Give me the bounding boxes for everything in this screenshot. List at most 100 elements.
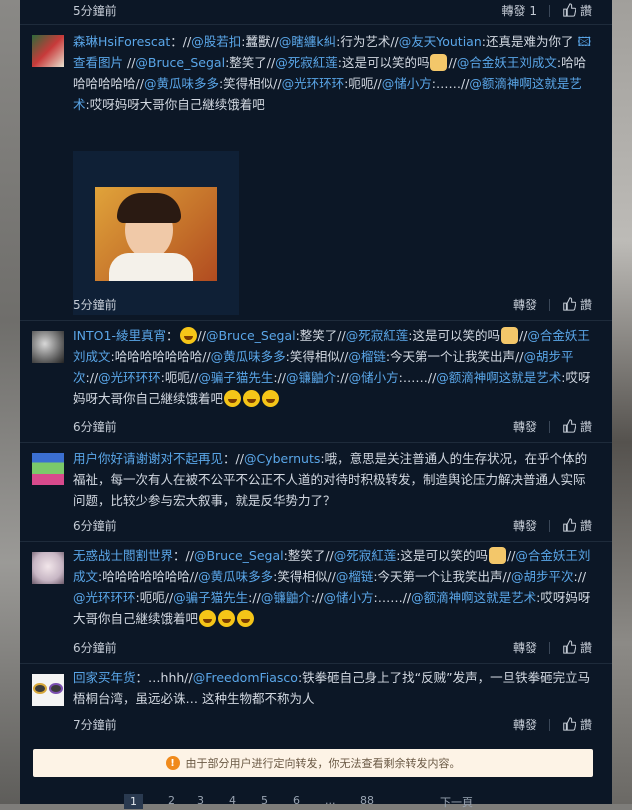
repost-button[interactable]: 轉發 [513,296,537,313]
mention-link[interactable]: @黄瓜味多多 [144,76,219,91]
avatar[interactable] [32,35,64,67]
avatar[interactable] [32,453,64,485]
repost-button[interactable]: 轉發 1 [502,2,537,19]
divider [548,718,550,731]
mention-link[interactable]: @镰鼬介 [286,370,336,385]
thumbs-up-icon [563,297,576,311]
comment-text-segment: :……// [398,370,437,385]
avatar[interactable] [32,674,64,706]
mention-link[interactable]: @光环环环 [282,76,345,91]
avatar[interactable] [32,552,64,584]
comment-text-segment: :行为艺术// [336,34,399,49]
repost-button[interactable]: 轉發 [513,418,537,435]
mention-link[interactable]: @储小方 [349,370,399,385]
meta-row: 6分鐘前 轉發 讚 [73,418,592,436]
background-right [612,0,632,804]
comment-text-segment: :笑得相似// [273,569,336,584]
like-button[interactable]: 讚 [562,716,592,733]
list-item: 5分鐘前 轉發 1 讚 [20,0,612,25]
like-label: 讚 [579,298,592,312]
mention-link[interactable]: @黄瓜味多多 [211,349,286,364]
comment-text-segment: :// [273,370,286,385]
mention-link[interactable]: @镰鼬介 [261,590,311,605]
divider [548,519,550,532]
page-88[interactable]: 88 [360,794,374,807]
mention-link[interactable]: @死寂紅莲 [346,328,409,343]
page-6[interactable]: 6 [293,794,300,807]
like-label: 讚 [579,4,592,18]
comment-text-segment: :哎呀妈呀大哥你自己継续饿着吧 [85,97,265,112]
cat-emoji-icon [500,327,518,344]
mention-link[interactable]: @光环环环 [98,370,161,385]
mention-link[interactable]: @死寂紅莲 [275,55,338,70]
repost-button[interactable]: 轉發 [513,716,537,733]
username-link[interactable]: 回家买年货 [73,670,136,685]
comment-text-segment: :这是可以笑的吗 [337,55,430,70]
comment-text-segment: ：// [173,548,194,563]
mention-link[interactable]: @骗子猫先生 [198,370,273,385]
page-1[interactable]: 1 [124,794,143,809]
mention-link[interactable]: @骗子猫先生 [173,590,248,605]
comment-text-segment: :今天第一个让我笑出声// [385,349,524,364]
laugh-emoji-icon [179,327,197,344]
mention-link[interactable]: @死寂紅莲 [334,548,397,563]
laugh-emoji-icon [218,610,236,627]
comment-text: 无惑战士閻割世界：//@Bruce_Segal:整笑了//@死寂紅莲:这是可以笑… [73,545,593,629]
page-5[interactable]: 5 [261,794,268,807]
like-button[interactable]: 讚 [562,639,592,656]
mention-link[interactable]: @胡步平次 [511,569,574,584]
comment-text: INTO1-綾里真宵： //@Bruce_Segal:整笑了//@死寂紅莲:这是可… [73,325,593,409]
page-4[interactable]: 4 [229,794,236,807]
like-button[interactable]: 讚 [562,517,592,534]
mention-link[interactable]: @友天Youtian [399,34,482,49]
mention-link[interactable]: @Bruce_Segal [135,55,225,70]
mention-link[interactable]: @FreedomFiasco [193,670,298,685]
username-link[interactable]: 森琳HsiForescat [73,34,170,49]
page-ellipsis: ... [325,794,336,807]
thumbs-up-icon [563,518,576,532]
timestamp: 6分鐘前 [73,641,117,655]
mention-link[interactable]: @Bruce_Segal [194,548,284,563]
username-link[interactable]: 无惑战士閻割世界 [73,548,173,563]
comment-text-segment: :// [573,569,587,584]
comment-text-segment: // [448,55,457,70]
comment-text: 用户你好请谢谢对不起再见：//@Cybernuts:哦，意思是关注普通人的生存状… [73,448,593,511]
username-link[interactable]: INTO1-綾里真宵 [73,328,166,343]
mention-link[interactable]: @储小方 [382,76,432,91]
mention-link[interactable]: @额滴神啊这就是艺术 [411,590,536,605]
username-link[interactable]: 用户你好请谢谢对不起再见 [73,451,223,466]
restricted-notice: ! 由于部分用户进行定向转发，你无法查看剩余转发内容。 [33,749,593,777]
divider [548,641,550,654]
mention-link[interactable]: @储小方 [323,590,373,605]
like-button[interactable]: 讚 [562,418,592,435]
mention-link[interactable]: @榴链 [348,349,386,364]
meta-row: 5分鐘前 轉發 1 讚 [73,2,592,20]
mention-link[interactable]: @Bruce_Segal [206,328,296,343]
list-item: 无惑战士閻割世界：//@Bruce_Segal:整笑了//@死寂紅莲:这是可以笑… [20,542,612,664]
mention-link[interactable]: @Cybernuts [244,451,320,466]
avatar[interactable] [32,331,64,363]
mention-link[interactable]: @额滴神啊这就是艺术 [436,370,561,385]
comment-text-segment: :整笑了// [225,55,276,70]
mention-link[interactable]: @合金妖王刘成文 [457,55,557,70]
laugh-emoji-icon [243,390,261,407]
comment-text-segment: ：// [223,451,244,466]
thumbs-up-icon [563,640,576,654]
timestamp: 5分鐘前 [73,4,117,18]
mention-link[interactable]: @黄瓜味多多 [198,569,273,584]
attached-image[interactable] [73,151,239,315]
like-label: 讚 [579,519,592,533]
repost-button[interactable]: 轉發 [513,517,537,534]
notice-text: 由于部分用户进行定向转发，你无法查看剩余转发内容。 [185,757,461,770]
mention-link[interactable]: @榴链 [336,569,374,584]
comment-text: 回家买年货：…hhh//@FreedomFiasco:铁拳砸自己身上了找“反贼”… [73,667,593,709]
mention-link[interactable]: @光环环环 [73,590,136,605]
page-3[interactable]: 3 [197,794,204,807]
mention-link[interactable]: @瞎纏k糾 [279,34,336,49]
like-button[interactable]: 讚 [562,2,592,19]
page-2[interactable]: 2 [168,794,175,807]
next-page-button[interactable]: 下一頁 [440,794,473,810]
repost-button[interactable]: 轉發 [513,639,537,656]
mention-link[interactable]: @股若扣 [191,34,241,49]
like-button[interactable]: 讚 [562,296,592,313]
